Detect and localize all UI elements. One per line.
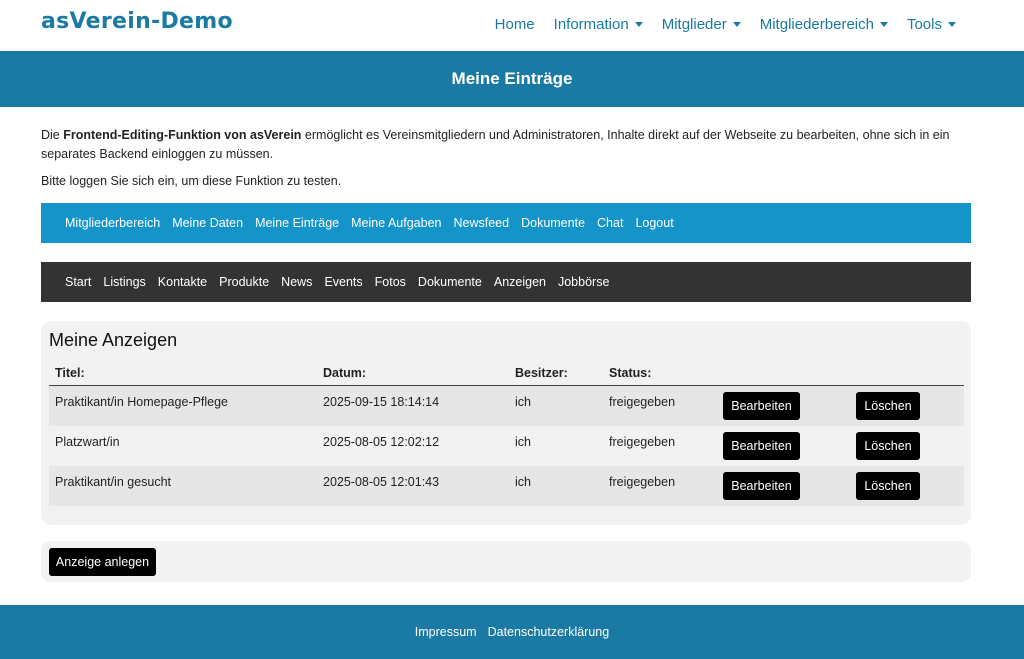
member-nav-meine-aufgaben[interactable]: Meine Aufgaben (351, 216, 441, 230)
caret-down-icon (732, 22, 741, 27)
caret-down-icon (879, 22, 888, 27)
ads-table-header: Titel: Datum: Besitzer: Status: (49, 360, 964, 386)
footer-privacy-link[interactable]: Datenschutzerklärung (488, 625, 610, 639)
sub-nav-news[interactable]: News (281, 275, 312, 289)
site-footer: Impressum Datenschutzerklärung (0, 605, 1024, 659)
edit-button[interactable]: Bearbeiten (723, 432, 800, 460)
create-ad-button[interactable]: Anzeige anlegen (49, 548, 156, 576)
sub-nav-listings[interactable]: Listings (103, 275, 145, 289)
caret-down-icon (634, 22, 643, 27)
member-nav-logout[interactable]: Logout (635, 216, 673, 230)
row-owner: ich (515, 475, 531, 489)
intro-bold: Frontend-Editing-Funktion von asVerein (63, 128, 302, 142)
ads-table: Titel: Datum: Besitzer: Status: Praktika… (49, 360, 964, 506)
ads-card: Meine Anzeigen Titel: Datum: Besitzer: S… (41, 321, 971, 525)
row-status: freigegeben (609, 435, 676, 449)
entries-sub-nav: Start Listings Kontakte Produkte News Ev… (41, 262, 971, 302)
intro-text: Die Frontend-Editing-Funktion von asVere… (41, 126, 981, 164)
nav-mitglieder[interactable]: Mitglieder (662, 16, 741, 33)
nav-mitglieder-label: Mitglieder (661, 16, 727, 33)
footer-impressum-link[interactable]: Impressum (415, 625, 477, 639)
member-nav-newsfeed[interactable]: Newsfeed (454, 216, 510, 230)
sub-nav-kontakte[interactable]: Kontakte (158, 275, 207, 289)
site-logo[interactable]: asVerein-Demo (41, 9, 233, 34)
nav-home[interactable]: Home (495, 16, 535, 33)
edit-button[interactable]: Bearbeiten (723, 392, 800, 420)
nav-mitgliederbereich-label: Mitgliederbereich (759, 16, 874, 33)
delete-button[interactable]: Löschen (856, 432, 920, 460)
row-title: Platzwart/in (55, 435, 120, 449)
nav-information-label: Information (553, 16, 629, 33)
table-row: Platzwart/in 2025-08-05 12:02:12 ich fre… (49, 426, 964, 466)
member-nav-meine-daten[interactable]: Meine Daten (172, 216, 243, 230)
row-title: Praktikant/in gesucht (55, 475, 172, 489)
edit-button[interactable]: Bearbeiten (723, 472, 800, 500)
col-title: Titel: (55, 366, 85, 380)
sub-nav-start[interactable]: Start (65, 275, 91, 289)
login-hint: Bitte loggen Sie sich ein, um diese Funk… (41, 174, 342, 188)
col-date: Datum: (323, 366, 367, 380)
member-nav-meine-eintraege[interactable]: Meine Einträge (255, 216, 339, 230)
member-nav-dokumente[interactable]: Dokumente (521, 216, 585, 230)
member-nav: Mitgliederbereich Meine Daten Meine Eint… (41, 203, 971, 243)
row-date: 2025-08-05 12:02:12 (323, 435, 440, 449)
row-title: Praktikant/in Homepage-Pflege (55, 395, 229, 409)
row-date: 2025-08-05 12:01:43 (323, 475, 440, 489)
delete-button[interactable]: Löschen (856, 392, 920, 420)
nav-tools[interactable]: Tools (907, 16, 956, 33)
sub-nav-events[interactable]: Events (324, 275, 362, 289)
table-row: Praktikant/in gesucht 2025-08-05 12:01:4… (49, 466, 964, 506)
nav-mitgliederbereich[interactable]: Mitgliederbereich (760, 16, 888, 33)
sub-nav-dokumente[interactable]: Dokumente (418, 275, 482, 289)
main-nav: Home Information Mitglieder Mitgliederbe… (495, 16, 956, 33)
nav-information[interactable]: Information (554, 16, 643, 33)
row-date: 2025-09-15 18:14:14 (323, 395, 440, 409)
nav-tools-label: Tools (906, 16, 942, 33)
delete-button[interactable]: Löschen (856, 472, 920, 500)
ads-heading: Meine Anzeigen (49, 330, 178, 350)
nav-home-label: Home (494, 16, 535, 33)
caret-down-icon (948, 22, 956, 27)
sub-nav-anzeigen[interactable]: Anzeigen (494, 275, 546, 289)
page-title-banner: Meine Einträge (0, 51, 1024, 107)
sub-nav-fotos[interactable]: Fotos (375, 275, 406, 289)
site-header: asVerein-Demo Home Information Mitgliede… (0, 0, 1024, 51)
create-ad-card: Anzeige anlegen (41, 541, 971, 582)
table-row: Praktikant/in Homepage-Pflege 2025-09-15… (49, 386, 964, 426)
member-nav-mitgliederbereich[interactable]: Mitgliederbereich (65, 216, 160, 230)
col-owner: Besitzer: (515, 366, 568, 380)
row-status: freigegeben (609, 475, 676, 489)
row-owner: ich (515, 435, 531, 449)
row-status: freigegeben (609, 395, 676, 409)
row-owner: ich (515, 395, 531, 409)
intro-prefix: Die (41, 128, 64, 142)
page-title: Meine Einträge (451, 69, 573, 88)
sub-nav-produkte[interactable]: Produkte (219, 275, 269, 289)
sub-nav-jobboerse[interactable]: Jobbörse (558, 275, 609, 289)
col-status: Status: (609, 366, 652, 380)
member-nav-chat[interactable]: Chat (597, 216, 623, 230)
